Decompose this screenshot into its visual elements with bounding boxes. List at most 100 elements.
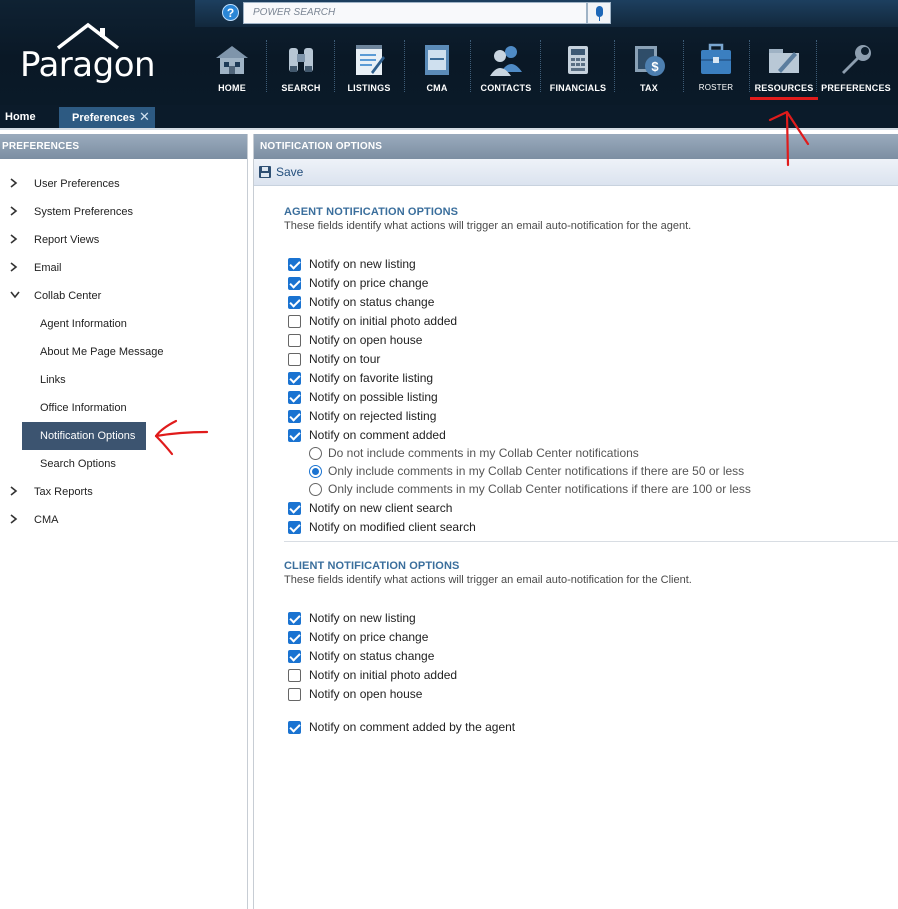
nav-cma[interactable]: CMA [401,40,473,98]
sidebar-subitem-office-information[interactable]: Office Information [40,402,127,422]
panel-title: NOTIFICATION OPTIONS [254,134,898,159]
microphone-button[interactable] [587,2,611,24]
paragon-logo[interactable]: Paragon [18,22,156,85]
nav-financials[interactable]: FINANCIALS [542,40,614,98]
binoculars-icon [289,48,313,72]
save-label: Save [276,165,304,179]
checkbox[interactable] [288,429,301,442]
folder-icon [769,49,799,73]
chevron-right-icon [10,486,18,499]
agent-section-title: AGENT NOTIFICATION OPTIONS [284,206,459,218]
money-bag-icon: $ [635,46,665,76]
sidebar-subitem-about-me-page-message[interactable]: About Me Page Message [40,346,164,366]
checkbox[interactable] [288,372,301,385]
clipboard-icon [356,45,385,75]
nav-label: FINANCIALS [549,83,607,93]
tab-label: Preferences [72,112,135,124]
house-icon [216,46,248,74]
sidebar-item-label: System Preferences [34,206,134,218]
checkbox[interactable] [288,258,301,271]
chevron-right-icon [10,514,18,527]
checkbox[interactable] [288,721,301,734]
radio-button[interactable] [309,465,322,478]
agent-section-description: These fields identify what actions will … [284,220,692,232]
tab-bar: Home Preferences ✕ [0,105,898,130]
logo-text: Paragon [20,45,156,85]
nav-label: LISTINGS [347,83,391,93]
radio-button[interactable] [309,483,322,496]
checkbox[interactable] [288,315,301,328]
help-icon[interactable]: ? [222,4,239,21]
sidebar-subitem-agent-information[interactable]: Agent Information [40,318,127,338]
tab-underline [0,128,898,130]
sidebar-item-label: CMA [34,514,59,526]
calculator-icon [568,46,588,74]
resources-highlight [750,97,818,100]
chevron-right-icon [10,206,18,219]
nav-listings[interactable]: LISTINGS [333,40,405,98]
client-section-description: These fields identify what actions will … [284,574,692,586]
nav-label: PREFERENCES [821,83,891,93]
checkbox[interactable] [288,650,301,663]
checkbox[interactable] [288,502,301,515]
briefcase-icon [701,43,731,74]
nav-label: CONTACTS [480,83,532,93]
checkbox[interactable] [288,277,301,290]
checkbox[interactable] [288,296,301,309]
notification-options-panel: NOTIFICATION OPTIONS Save AGENT NOTIFICA… [253,134,898,909]
floppy-disk-icon [259,166,271,178]
nav-label: HOME [218,83,246,93]
checkbox[interactable] [288,334,301,347]
checkbox[interactable] [288,612,301,625]
chevron-right-icon [10,178,18,191]
sidebar-item-label: Tax Reports [34,486,93,498]
preferences-sidebar: PREFERENCES User Preferences System Pref… [0,134,248,909]
tab-preferences[interactable]: Preferences ✕ [59,107,155,130]
sidebar-subitem-search-options[interactable]: Search Options [40,458,116,478]
sidebar-item-label: User Preferences [34,178,120,190]
document-icon [425,45,449,75]
sidebar-subitem-notification-options[interactable]: Notification Options [22,422,146,450]
sidebar-subitem-label: Notification Options [40,430,136,442]
client-section-title: CLIENT NOTIFICATION OPTIONS [284,560,460,572]
nav-roster[interactable]: ROSTER [680,40,752,98]
sidebar-subitem-links[interactable]: Links [40,374,66,394]
top-header: ? POWER SEARCH Paragon HOME SEARCH LISTI… [0,0,898,105]
checkbox[interactable] [288,631,301,644]
nav-label: TAX [640,83,658,93]
nav-label: RESOURCES [754,83,814,93]
nav-label: SEARCH [281,83,321,93]
nav-label: ROSTER [698,83,734,92]
people-icon [490,46,522,76]
nav-contacts[interactable]: CONTACTS [470,40,542,98]
toolbar: Save [254,159,898,186]
checkbox[interactable] [288,353,301,366]
power-search-input[interactable]: POWER SEARCH [243,2,587,24]
checkbox[interactable] [288,391,301,404]
checkbox[interactable] [288,669,301,682]
nav-search[interactable]: SEARCH [265,40,337,98]
sidebar-item-label: Email [34,262,62,274]
nav-resources[interactable]: RESOURCES [748,40,820,98]
nav-home[interactable]: HOME [196,40,268,98]
sidebar-item-label: Collab Center [34,290,102,302]
close-icon[interactable]: ✕ [139,109,150,125]
wrench-icon [842,45,871,74]
save-button[interactable]: Save [259,165,303,179]
nav-tax[interactable]: $ TAX [613,40,685,98]
chevron-down-icon [10,290,20,302]
checkbox[interactable] [288,410,301,423]
section-divider [284,541,898,542]
sidebar-item-label: Report Views [34,234,100,246]
checkbox[interactable] [288,521,301,534]
microphone-icon [596,6,603,17]
chevron-right-icon [10,262,18,275]
checkbox[interactable] [288,688,301,701]
sidebar-title: PREFERENCES [0,134,247,159]
nav-preferences[interactable]: PREFERENCES [820,40,892,98]
svg-text:$: $ [651,59,659,74]
tab-home[interactable]: Home [5,111,36,123]
nav-label: CMA [426,83,448,93]
radio-button[interactable] [309,447,322,460]
chevron-right-icon [10,234,18,247]
